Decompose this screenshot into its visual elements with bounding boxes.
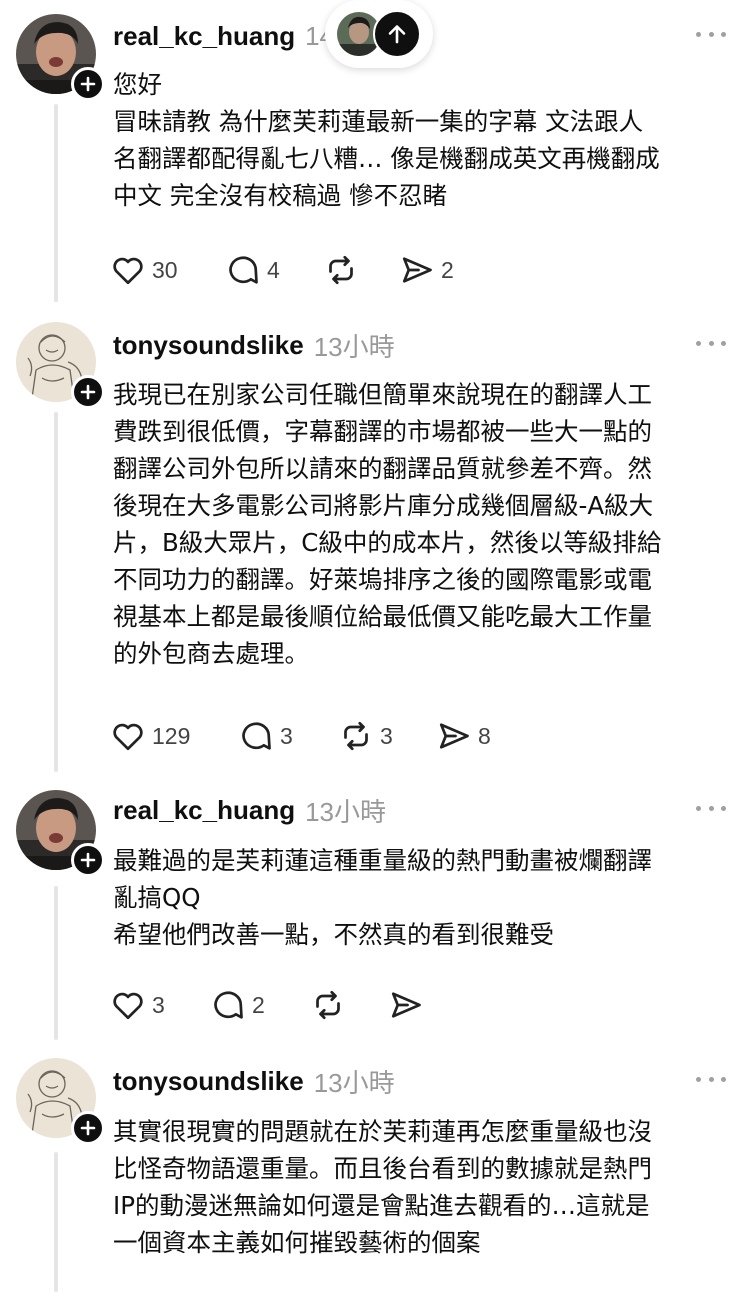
heart-icon — [113, 257, 143, 285]
post-actions: 30 4 2 — [110, 250, 454, 290]
post-text-line: 的外包商去處理。 — [113, 639, 309, 668]
post-text-line: 片，B級大眾片，C級中的成本片，然後以等級排給 — [113, 528, 662, 557]
post-text-line: 比怪奇物語還重量。而且後台看到的數據就是熱門 — [113, 1154, 652, 1183]
post-text-line: 其實很現實的問題就在於芙莉蓮再怎麼重量級也沒 — [113, 1117, 652, 1146]
comment-button[interactable]: 2 — [210, 985, 310, 1025]
post-text-line: 一個資本主義如何摧毀藝術的個案 — [113, 1228, 481, 1257]
post-text: 其實很現實的問題就在於芙莉蓮再怎麼重量級也沒 比怪奇物語還重量。而且後台看到的數… — [113, 1113, 733, 1261]
comment-count: 4 — [267, 256, 280, 283]
post-time: 13小時 — [305, 796, 387, 827]
like-count: 30 — [152, 256, 178, 283]
post-header: tonysoundslike 13小時 — [113, 325, 395, 365]
post-text-line: 不同功力的翻譯。好萊塢排序之後的國際電影或電 — [113, 565, 652, 594]
like-button[interactable]: 3 — [110, 985, 210, 1025]
more-dots-icon[interactable] — [696, 798, 726, 818]
post-text-line: 後現在大多電影公司將影片庫分成幾個層級-A級大 — [113, 491, 654, 520]
thread-connector-line — [54, 1152, 58, 1292]
post-text-line: 翻譯公司外包所以請來的翻譯品質就參差不齊。然 — [113, 454, 652, 483]
post-time: 13小時 — [313, 331, 395, 362]
username[interactable]: tonysoundslike — [113, 330, 304, 361]
post-text: 最難過的是芙莉蓮這種重量級的熱門動畫被爛翻譯 亂搞QQ 希望他們改善一點，不然真… — [113, 842, 733, 953]
repost-icon — [344, 721, 368, 751]
post-text-line: 我現已在別家公司任職但簡單來說現在的翻譯人工 — [113, 380, 652, 409]
repost-count: 3 — [380, 722, 393, 749]
thread-view: real_kc_huang 14 您好 冒昧請教 為什麼芙莉蓮最新一集的字幕 文… — [0, 0, 756, 1292]
post-header: real_kc_huang 14 — [113, 16, 334, 56]
like-count: 3 — [152, 991, 165, 1018]
post-text-line: 冒昧請教 為什麼芙莉蓮最新一集的字幕 文法跟人 — [113, 107, 644, 136]
post-text-line: 費跌到很低價，字幕翻譯的市場都被一些大一點的 — [113, 417, 652, 446]
post-text-line: 中文 完全沒有校稿過 慘不忍睹 — [113, 181, 448, 210]
plus-icon — [80, 1120, 96, 1136]
post-text-line: 名翻譯都配得亂七八糟… 像是機翻成英文再機翻成 — [113, 144, 660, 173]
more-dots-icon[interactable] — [696, 333, 726, 353]
send-icon — [391, 992, 421, 1018]
plus-icon — [80, 384, 96, 400]
comment-count: 2 — [252, 991, 265, 1018]
follow-button[interactable] — [71, 1111, 105, 1145]
avatar-tonysoundslike[interactable] — [16, 1058, 105, 1145]
username[interactable]: real_kc_huang — [113, 795, 295, 826]
thread-connector-line — [54, 412, 58, 772]
share-button[interactable] — [388, 985, 430, 1025]
post-text-line: 最難過的是芙莉蓮這種重量級的熱門動畫被爛翻譯 — [113, 846, 652, 875]
post-actions: 3 2 — [110, 985, 430, 1025]
repost-button[interactable] — [323, 250, 399, 290]
heart-icon — [113, 992, 143, 1020]
comment-count: 3 — [280, 722, 293, 749]
send-icon — [402, 257, 432, 283]
post-text-line: 希望他們改善一點，不然真的看到很難受 — [113, 920, 554, 949]
follow-button[interactable] — [71, 843, 105, 877]
repost-button[interactable] — [310, 985, 388, 1025]
post-3: real_kc_huang 13小時 最難過的是芙莉蓮這種重量級的熱門動畫被爛翻… — [0, 780, 756, 1048]
post-text-line: IP的動漫迷無論如何還是會點進去觀看的…這就是 — [113, 1191, 650, 1220]
scroll-to-top-pill[interactable] — [325, 0, 433, 68]
post-text-line: 亂搞QQ — [113, 883, 201, 912]
post-header: tonysoundslike 13小時 — [113, 1061, 395, 1101]
thread-connector-line — [54, 104, 58, 302]
like-count: 129 — [152, 722, 191, 749]
post-actions: 129 3 3 8 — [110, 716, 491, 756]
post-text-line: 您好 — [113, 70, 162, 99]
plus-icon — [80, 852, 96, 868]
send-icon — [439, 723, 469, 749]
share-button[interactable]: 8 — [436, 716, 491, 756]
comment-button[interactable]: 3 — [238, 716, 338, 756]
share-button[interactable]: 2 — [399, 250, 454, 290]
post-header: real_kc_huang 13小時 — [113, 790, 386, 830]
plus-icon — [80, 76, 96, 92]
avatar-real-kc-huang[interactable] — [16, 14, 105, 101]
post-time: 13小時 — [313, 1067, 395, 1098]
comment-bubble-icon — [242, 722, 271, 750]
more-dots-icon[interactable] — [696, 1069, 726, 1089]
like-button[interactable]: 129 — [110, 716, 238, 756]
post-text: 我現已在別家公司任職但簡單來說現在的翻譯人工 費跌到很低價，字幕翻譯的市場都被一… — [113, 376, 733, 672]
arrow-up-icon — [388, 25, 406, 44]
repost-icon — [329, 255, 353, 285]
follow-button[interactable] — [71, 67, 105, 101]
username[interactable]: tonysoundslike — [113, 1066, 304, 1097]
scroll-to-top-button[interactable] — [373, 10, 421, 58]
heart-icon — [113, 723, 143, 751]
more-dots-icon[interactable] — [696, 24, 726, 44]
share-count: 8 — [478, 722, 491, 749]
like-button[interactable]: 30 — [110, 250, 225, 290]
comment-bubble-icon — [229, 256, 258, 284]
comment-bubble-icon — [214, 991, 243, 1019]
repost-icon — [316, 990, 340, 1020]
avatar-tonysoundslike[interactable] — [16, 322, 105, 409]
thread-connector-line — [54, 886, 58, 1040]
comment-button[interactable]: 4 — [225, 250, 323, 290]
post-text: 您好 冒昧請教 為什麼芙莉蓮最新一集的字幕 文法跟人 名翻譯都配得亂七八糟… 像… — [113, 66, 733, 214]
username[interactable]: real_kc_huang — [113, 21, 295, 52]
follow-button[interactable] — [71, 375, 105, 409]
post-2: tonysoundslike 13小時 我現已在別家公司任職但簡單來說現在的翻譯… — [0, 310, 756, 780]
post-text-line: 視基本上都是最後順位給最低價又能吃最大工作量 — [113, 602, 652, 631]
avatar-real-kc-huang[interactable] — [16, 790, 105, 877]
post-4: tonysoundslike 13小時 其實很現實的問題就在於芙莉蓮再怎麼重量級… — [0, 1048, 756, 1292]
repost-button[interactable]: 3 — [338, 716, 436, 756]
share-count: 2 — [441, 256, 454, 283]
